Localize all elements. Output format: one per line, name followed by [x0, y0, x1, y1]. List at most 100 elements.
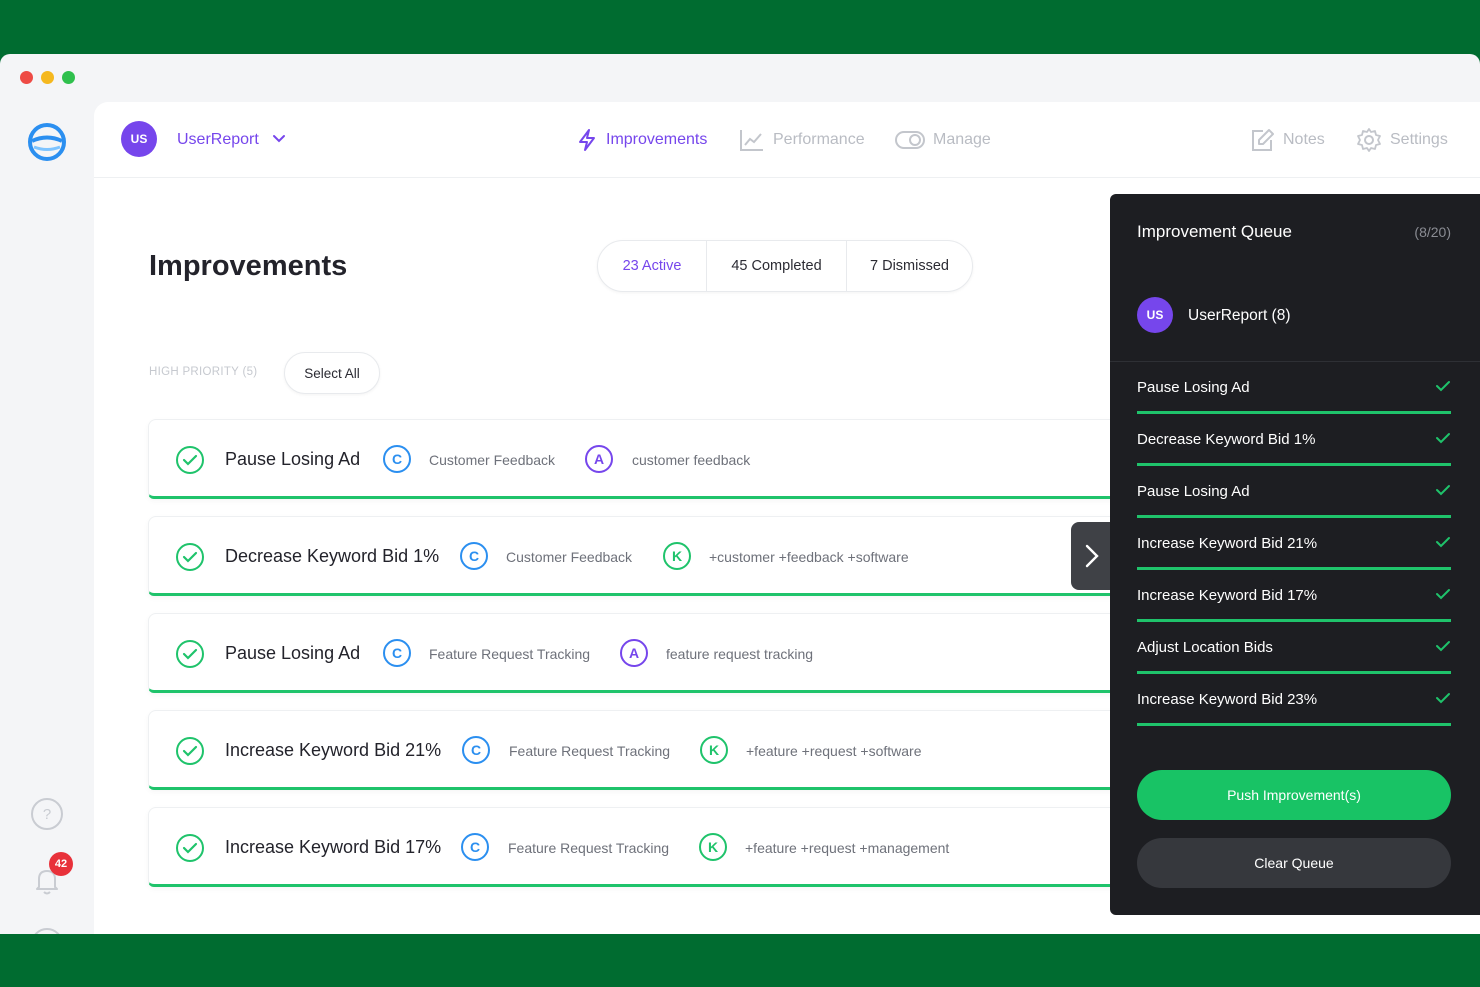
- check-icon: [1436, 433, 1450, 444]
- campaign-name: Feature Request Tracking: [508, 840, 670, 856]
- status-filter: 23 Active 45 Completed 7 Dismissed: [597, 240, 973, 292]
- campaign-name: Feature Request Tracking: [509, 743, 671, 759]
- keyword-icon: K: [663, 542, 691, 570]
- target-name: customer feedback: [632, 452, 751, 468]
- queue-item[interactable]: Decrease Keyword Bid 1%: [1137, 414, 1451, 466]
- check-circle-icon[interactable]: [175, 736, 205, 766]
- queue-item-label: Pause Losing Ad: [1137, 379, 1250, 396]
- tab-manage-label: Manage: [933, 131, 991, 148]
- improvement-row[interactable]: Decrease Keyword Bid 1% C Customer Feedb…: [148, 516, 1128, 596]
- queue-item-label: Adjust Location Bids: [1137, 639, 1273, 656]
- queue-item[interactable]: Adjust Location Bids: [1137, 622, 1451, 674]
- campaign-name: Feature Request Tracking: [429, 646, 591, 662]
- ad-group-icon: A: [620, 639, 648, 667]
- row-title: Increase Keyword Bid 17%: [225, 837, 442, 857]
- row-title: Pause Losing Ad: [225, 449, 361, 469]
- tab-performance[interactable]: Performance: [739, 126, 865, 154]
- row-title: Increase Keyword Bid 21%: [225, 740, 442, 760]
- close-window-button[interactable]: [20, 71, 33, 84]
- improvement-row[interactable]: Pause Losing Ad C Customer Feedback A cu…: [148, 419, 1128, 499]
- notification-count-badge: 42: [49, 852, 73, 876]
- user-icon[interactable]: [30, 927, 64, 934]
- queue-account-avatar: US: [1137, 297, 1173, 333]
- ad-group-icon: A: [585, 445, 613, 473]
- tab-performance-label: Performance: [773, 131, 865, 148]
- improvement-row[interactable]: Increase Keyword Bid 21% C Feature Reque…: [148, 710, 1128, 790]
- chevron-down-icon[interactable]: [271, 131, 287, 147]
- collapse-queue-button[interactable]: [1071, 522, 1111, 590]
- filter-dismissed[interactable]: 7 Dismissed: [847, 241, 972, 291]
- queue-item-label: Decrease Keyword Bid 1%: [1137, 431, 1316, 448]
- queue-item[interactable]: Pause Losing Ad: [1137, 362, 1451, 414]
- queue-item-label: Increase Keyword Bid 21%: [1137, 535, 1318, 552]
- gear-icon: [1357, 128, 1381, 152]
- queue-item[interactable]: Pause Losing Ad: [1137, 466, 1451, 518]
- minimize-window-button[interactable]: [41, 71, 54, 84]
- tab-improvements[interactable]: Improvements: [576, 126, 707, 154]
- clear-queue-button[interactable]: Clear Queue: [1137, 838, 1451, 888]
- keyword-icon: K: [700, 736, 728, 764]
- target-name: feature request tracking: [666, 646, 814, 662]
- select-all-button[interactable]: Select All: [284, 352, 380, 394]
- section-label: HIGH PRIORITY (5): [149, 366, 258, 378]
- row-title: Decrease Keyword Bid 1%: [225, 546, 440, 566]
- check-circle-icon[interactable]: [175, 445, 205, 475]
- chevron-right-icon: [1085, 544, 1099, 568]
- settings-button[interactable]: Settings: [1356, 126, 1448, 154]
- check-icon: [1436, 485, 1450, 496]
- push-improvements-button[interactable]: Push Improvement(s): [1137, 770, 1451, 820]
- campaign-name: Customer Feedback: [506, 549, 633, 565]
- maximize-window-button[interactable]: [62, 71, 75, 84]
- tab-manage[interactable]: Manage: [895, 126, 991, 154]
- svg-text:?: ?: [43, 806, 51, 823]
- page-title: Improvements: [149, 250, 348, 282]
- help-icon[interactable]: ?: [30, 797, 64, 831]
- account-switcher[interactable]: UserReport: [177, 131, 259, 149]
- filter-completed[interactable]: 45 Completed: [707, 241, 847, 291]
- campaign-icon: C: [462, 736, 490, 764]
- keyword-icon: K: [699, 833, 727, 861]
- check-circle-icon[interactable]: [175, 639, 205, 669]
- tab-improvements-label: Improvements: [606, 131, 708, 148]
- app-logo-icon[interactable]: [27, 122, 67, 162]
- queue-item-label: Pause Losing Ad: [1137, 483, 1250, 500]
- improvement-queue-panel: Improvement Queue (8/20) US UserReport (…: [1110, 194, 1480, 915]
- account-avatar[interactable]: US: [121, 121, 157, 157]
- queue-title: Improvement Queue: [1137, 222, 1292, 241]
- filter-active[interactable]: 23 Active: [598, 241, 707, 291]
- notes-label: Notes: [1283, 131, 1325, 148]
- improvement-row[interactable]: Pause Losing Ad C Feature Request Tracki…: [148, 613, 1128, 693]
- queue-item[interactable]: Increase Keyword Bid 21%: [1137, 518, 1451, 570]
- campaign-icon: C: [460, 542, 488, 570]
- check-icon: [1436, 589, 1450, 600]
- check-icon: [1436, 537, 1450, 548]
- queue-item[interactable]: Increase Keyword Bid 17%: [1137, 570, 1451, 622]
- title-bar: [0, 54, 1480, 102]
- queue-item-label: Increase Keyword Bid 23%: [1137, 691, 1318, 708]
- queue-account-name: UserReport (8): [1188, 307, 1291, 324]
- campaign-icon: C: [383, 445, 411, 473]
- chart-icon: [740, 130, 763, 151]
- check-circle-icon[interactable]: [175, 833, 205, 863]
- check-circle-icon[interactable]: [175, 542, 205, 572]
- check-icon: [1436, 641, 1450, 652]
- notes-button[interactable]: Notes: [1250, 126, 1325, 154]
- queue-count: (8/20): [1414, 224, 1451, 240]
- campaign-icon: C: [383, 639, 411, 667]
- side-rail: ? 42: [0, 102, 94, 934]
- target-name: +customer +feedback +software: [709, 549, 909, 565]
- check-icon: [1436, 693, 1450, 704]
- queue-item[interactable]: Increase Keyword Bid 23%: [1137, 674, 1451, 726]
- edit-icon: [1252, 129, 1274, 151]
- top-navigation: US UserReport Improvements Performance M…: [94, 102, 1480, 178]
- lightning-icon: [579, 129, 595, 151]
- queue-item-label: Increase Keyword Bid 17%: [1137, 587, 1318, 604]
- campaign-icon: C: [461, 833, 489, 861]
- toggle-icon: [895, 131, 925, 149]
- settings-label: Settings: [1390, 131, 1448, 148]
- check-icon: [1436, 381, 1450, 392]
- improvement-row[interactable]: Increase Keyword Bid 17% C Feature Reque…: [148, 807, 1128, 887]
- campaign-name: Customer Feedback: [429, 452, 556, 468]
- row-title: Pause Losing Ad: [225, 643, 361, 663]
- target-name: +feature +request +management: [745, 840, 950, 856]
